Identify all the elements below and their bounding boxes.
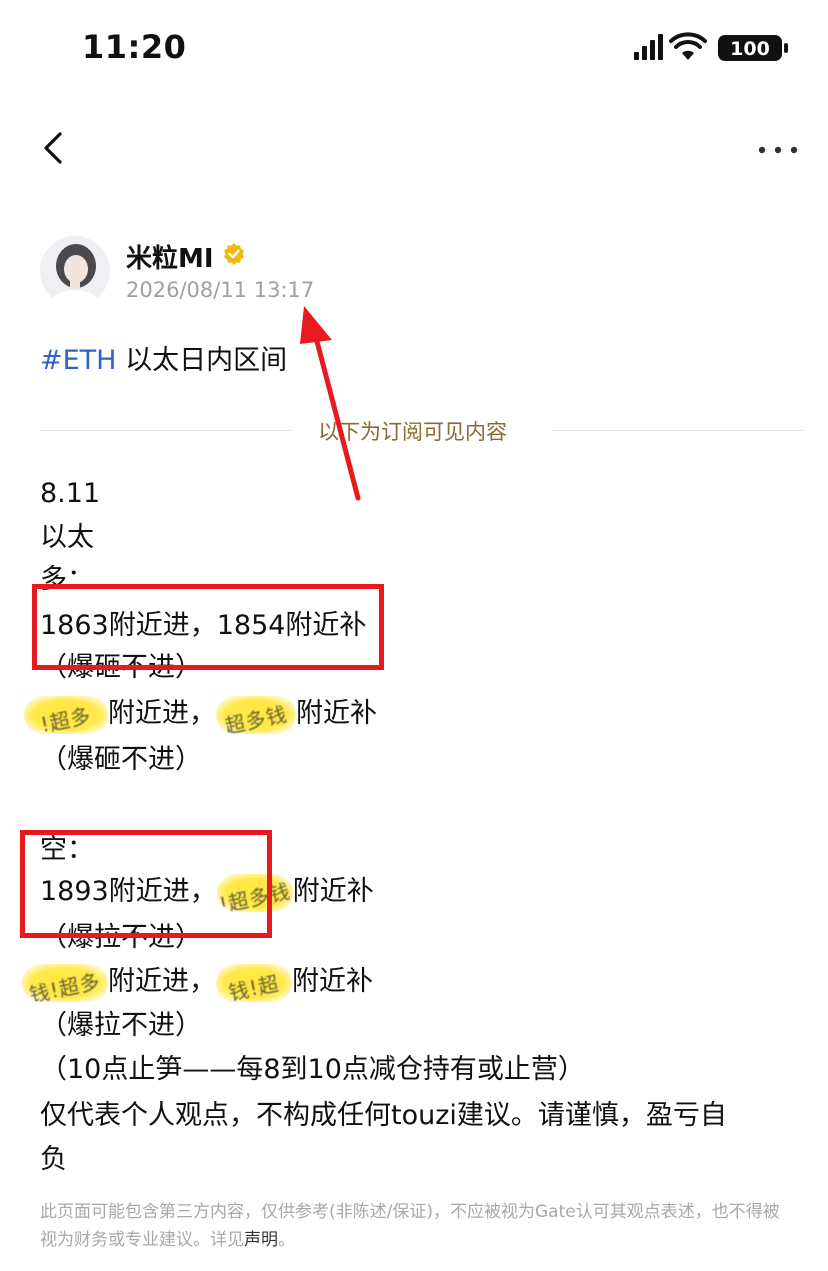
avatar-image (40, 236, 110, 306)
annotation-box-long (32, 584, 384, 670)
post-line-short-2: 钱!超多 附近进， 钱!超 附近补 (22, 962, 373, 1002)
post-line-date: 8.11 (40, 478, 101, 509)
battery-level: 100 (730, 38, 770, 60)
hashtag-link[interactable]: #ETH (40, 345, 116, 376)
post-line-stop-note: （10点止笋——每8到10点减仓持有或止营） (40, 1054, 585, 1085)
author-avatar[interactable] (40, 236, 110, 306)
divider-left (40, 430, 292, 431)
redacted-blur: 超多钱 (216, 695, 296, 734)
annotation-box-short (20, 830, 272, 938)
post-line-long-2-note: （爆砸不进） (40, 744, 202, 775)
status-time: 11:20 (82, 28, 187, 66)
post-title-text: 以太日内区间 (116, 345, 288, 376)
verified-badge-icon (222, 242, 246, 266)
disclaimer-statement-link[interactable]: 声明 (244, 1230, 278, 1250)
author-name[interactable]: 米粒MI (126, 238, 214, 275)
post-line-long-2: !超多 附近进， 超多钱 附近补 (24, 694, 377, 734)
post-timestamp: 2026/08/11 13:17 (126, 278, 315, 302)
post-line-risk-2: 负 (40, 1144, 67, 1175)
redacted-blur: !超多 (24, 695, 108, 734)
annotation-arrow-icon (300, 306, 361, 501)
back-button[interactable] (38, 128, 70, 168)
post-title: #ETH 以太日内区间 (40, 338, 287, 377)
chevron-left-icon (44, 132, 62, 164)
status-icons: 100 (632, 30, 792, 66)
post-line-risk-1: 仅代表个人观点，不构成任何touzi建议。请谨慎，盈亏自 (40, 1100, 727, 1131)
more-options-button[interactable] (754, 128, 802, 168)
redacted-blur: 钱!超 (216, 963, 292, 1002)
more-icon (758, 146, 798, 154)
post-line-short-2-note: （爆拉不进） (40, 1010, 202, 1041)
signal-wifi-battery-icon: 100 (634, 32, 788, 61)
redacted-blur: 钱!超多 (22, 963, 108, 1002)
divider-right (552, 430, 804, 431)
third-party-disclaimer: 此页面可能包含第三方内容，仅供参考(非陈述/保证)，不应被视为Gate认可其观点… (40, 1202, 780, 1250)
post-line-asset: 以太 (40, 522, 94, 553)
